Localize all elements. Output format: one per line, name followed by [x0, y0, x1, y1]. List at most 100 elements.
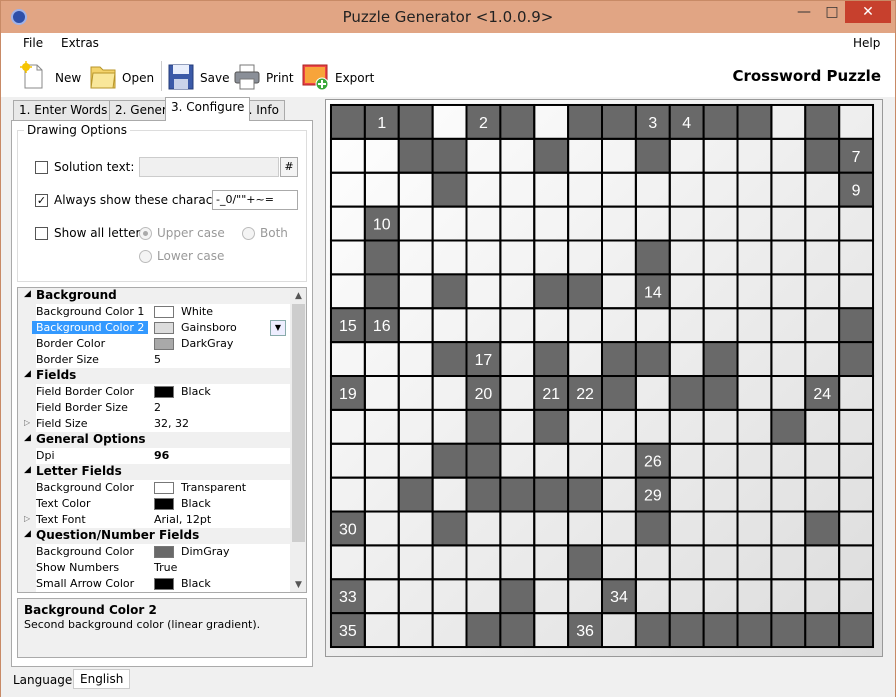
property-value[interactable]: Black [181, 385, 211, 398]
property-row[interactable]: Background Color Transparent [18, 480, 290, 496]
collapse-triangle-icon[interactable]: ◢ [24, 369, 31, 379]
property-row[interactable]: Dpi 96 [18, 448, 290, 464]
property-value[interactable]: Transparent [181, 481, 246, 494]
property-value[interactable]: True [154, 561, 177, 574]
collapse-triangle-icon[interactable]: ◢ [24, 465, 31, 475]
close-button[interactable]: ✕ [845, 1, 891, 23]
property-category[interactable]: ◢ Fields [18, 368, 290, 384]
question-field[interactable] [431, 171, 468, 208]
question-field[interactable] [601, 103, 637, 140]
question-field[interactable] [770, 408, 807, 445]
always-show-input[interactable]: -_0/""+~= [212, 190, 298, 210]
question-field[interactable] [634, 239, 671, 276]
question-field[interactable] [363, 273, 400, 310]
property-value[interactable]: Black [181, 577, 211, 590]
property-category[interactable]: ◢ General Options [18, 432, 290, 448]
question-field[interactable] [634, 510, 671, 547]
property-value[interactable]: DimGray [181, 545, 230, 558]
property-value[interactable]: Arial, 12pt [154, 513, 211, 526]
question-field[interactable] [770, 612, 807, 649]
property-row[interactable]: Border Color DarkGray [18, 336, 290, 352]
open-button[interactable]: Open [89, 59, 155, 95]
dropdown-arrow-icon[interactable]: ▼ [270, 320, 286, 336]
question-field[interactable] [702, 375, 739, 411]
collapse-triangle-icon[interactable]: ◢ [24, 289, 31, 299]
question-field[interactable] [804, 103, 841, 140]
question-field[interactable] [465, 408, 502, 445]
property-row[interactable]: Small Arrow Color Black [18, 576, 290, 592]
property-row[interactable]: Background Color DimGray [18, 544, 290, 560]
solution-text-checkbox[interactable] [35, 161, 48, 174]
collapse-triangle-icon[interactable]: ◢ [24, 433, 31, 443]
new-button[interactable]: New [19, 59, 81, 95]
question-field[interactable] [533, 408, 570, 445]
collapse-triangle-icon[interactable]: ◢ [24, 529, 31, 539]
property-row[interactable]: ▷ Text Font Arial, 12pt [18, 512, 290, 528]
question-field[interactable] [533, 476, 570, 513]
question-field[interactable] [431, 510, 468, 547]
scroll-up-icon[interactable]: ▲ [290, 288, 306, 304]
question-field[interactable] [499, 476, 536, 513]
question-field[interactable] [431, 442, 468, 479]
question-field[interactable] [397, 476, 434, 513]
property-value[interactable]: 2 [154, 401, 161, 414]
question-field[interactable] [533, 341, 570, 378]
property-row[interactable]: ▷ Field Size 32, 32 [18, 416, 290, 432]
language-selector[interactable]: English [73, 669, 131, 689]
show-all-letters-checkbox[interactable] [35, 227, 48, 240]
lower-case-radio[interactable] [139, 250, 152, 263]
property-value[interactable]: Black [181, 497, 211, 510]
question-field[interactable] [431, 341, 468, 378]
question-field[interactable] [567, 103, 604, 140]
question-field[interactable] [533, 273, 570, 310]
property-row[interactable]: Text Color Black [18, 496, 290, 512]
question-field[interactable] [601, 375, 637, 411]
property-row[interactable]: Background Color 2 Gainsboro ▼ [18, 320, 290, 336]
question-field[interactable] [804, 612, 841, 649]
expand-arrow-icon[interactable]: ▷ [24, 514, 30, 523]
question-field[interactable] [499, 103, 536, 140]
question-field[interactable] [702, 103, 739, 140]
question-field[interactable] [465, 476, 502, 513]
question-field[interactable] [397, 137, 434, 174]
property-row[interactable]: Field Border Size 2 [18, 400, 290, 416]
question-field[interactable] [634, 612, 671, 649]
question-field[interactable] [363, 239, 400, 276]
property-category[interactable]: ◢ Question/Number Fields [18, 528, 290, 544]
question-field[interactable] [838, 341, 875, 378]
question-field[interactable] [329, 103, 366, 140]
save-button[interactable]: Save [167, 59, 229, 95]
question-field[interactable] [499, 612, 536, 649]
crossword-canvas[interactable]: 1 2 3 479101415 161719 20 21 22 2426293033 3435 36 [325, 99, 883, 657]
question-field[interactable] [702, 612, 739, 649]
property-row[interactable]: Background Color 1 White [18, 304, 290, 320]
property-grid-scrollbar[interactable]: ▲ ▼ [290, 288, 306, 592]
question-field[interactable] [804, 137, 841, 174]
tab-enter-words[interactable]: 1. Enter Words [13, 100, 114, 120]
always-show-checkbox[interactable]: ✓ [35, 194, 48, 207]
question-field[interactable] [465, 442, 502, 479]
property-value[interactable]: 96 [154, 449, 169, 462]
question-field[interactable] [668, 612, 705, 649]
question-field[interactable] [838, 612, 875, 649]
maximize-button[interactable]: □ [819, 1, 845, 23]
solution-text-input[interactable] [139, 157, 279, 177]
question-field[interactable] [533, 137, 570, 174]
upper-case-radio[interactable] [139, 227, 152, 240]
minimize-button[interactable]: — [791, 1, 817, 23]
question-field[interactable] [736, 103, 773, 140]
property-row[interactable]: Field Border Color Black [18, 384, 290, 400]
question-field[interactable] [601, 341, 637, 378]
question-field[interactable] [702, 341, 739, 378]
question-field[interactable] [736, 612, 773, 649]
question-field[interactable] [499, 578, 536, 615]
question-field[interactable] [668, 375, 705, 411]
property-value[interactable]: DarkGray [181, 337, 233, 350]
menu-extras[interactable]: Extras [61, 36, 99, 50]
question-field[interactable] [431, 273, 468, 310]
property-category[interactable]: ◢ Letter Fields [18, 464, 290, 480]
question-field[interactable] [397, 103, 434, 140]
tab-configure[interactable]: 3. Configure [165, 97, 251, 121]
question-field[interactable] [804, 510, 841, 547]
property-row[interactable]: Show Numbers True [18, 560, 290, 576]
